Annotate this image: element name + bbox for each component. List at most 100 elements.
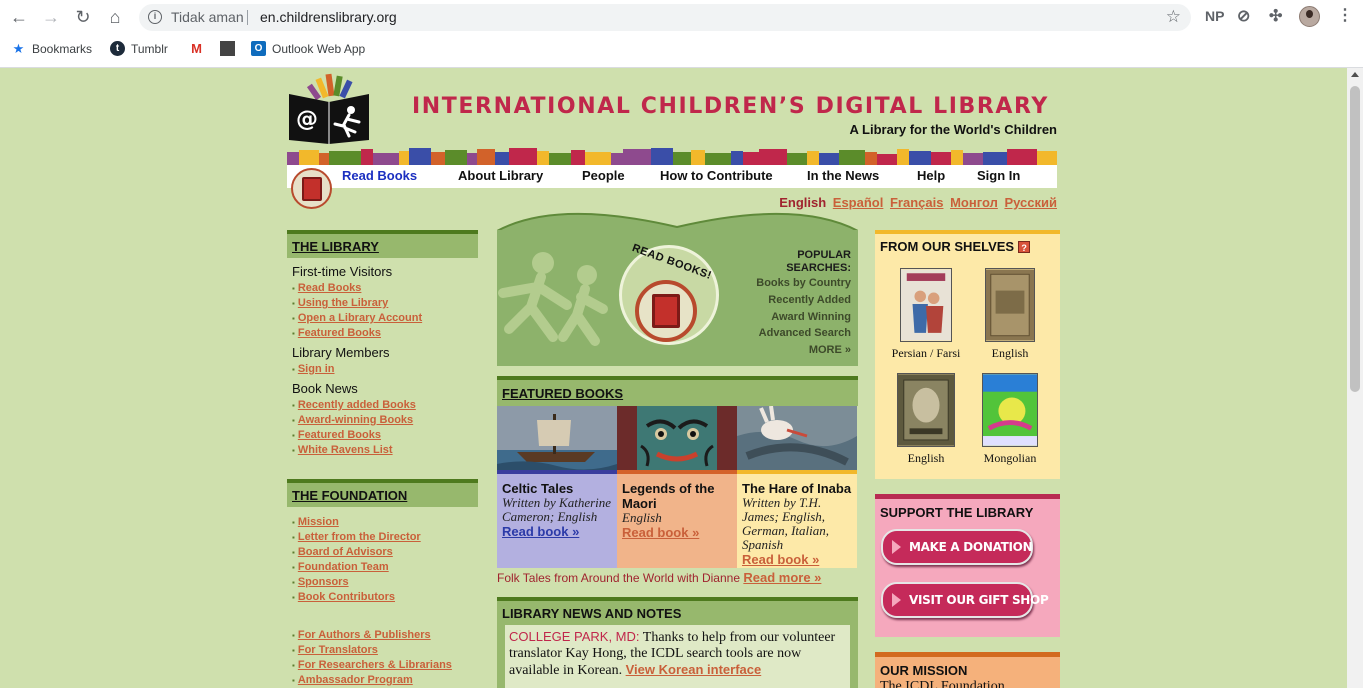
- help-question-icon[interactable]: ?: [1018, 240, 1031, 253]
- library-heading-text[interactable]: THE LIBRARY: [292, 239, 379, 254]
- link-featured-books[interactable]: Featured Books: [292, 326, 478, 341]
- featured-heading-text[interactable]: FEATURED BOOKS: [502, 386, 623, 401]
- scrollbar-thumb[interactable]: [1350, 86, 1360, 392]
- featured-book-title[interactable]: Celtic Tales: [502, 481, 612, 496]
- shelf-book-english-2[interactable]: English: [883, 373, 969, 466]
- play-arrow-icon: [892, 540, 901, 554]
- url-text[interactable]: en.childrenslibrary.org: [260, 9, 397, 25]
- icdl-logo-icon[interactable]: @: [287, 72, 373, 144]
- profile-initials[interactable]: NP: [1205, 8, 1224, 24]
- back-icon[interactable]: ←: [9, 7, 29, 27]
- link-using-library[interactable]: Using the Library: [292, 296, 478, 311]
- folk-tales-read-more[interactable]: Read more »: [743, 570, 821, 585]
- link-board-advisors[interactable]: Board of Advisors: [292, 545, 478, 560]
- shelf-book-mongolian[interactable]: Mongolian: [967, 373, 1053, 466]
- featured-book-celtic[interactable]: Celtic Tales Written by Katherine Camero…: [497, 406, 617, 568]
- nav-read-books[interactable]: Read Books: [342, 168, 417, 183]
- link-featured-books-2[interactable]: Featured Books: [292, 428, 478, 443]
- celtic-info: Celtic Tales Written by Katherine Camero…: [497, 470, 617, 568]
- maori-info: Legends of the Maori English Read book »: [617, 470, 737, 568]
- shelf-book-cover-icon[interactable]: [985, 268, 1035, 342]
- language-russian[interactable]: Русский: [1004, 195, 1057, 210]
- link-white-ravens[interactable]: White Ravens List: [292, 443, 478, 458]
- featured-book-meta: English: [622, 510, 662, 525]
- read-books-badge-icon[interactable]: [291, 168, 332, 209]
- news-item: COLLEGE PARK, MD: Thanks to help from ou…: [505, 625, 850, 688]
- blocker-extension-icon[interactable]: ⊘: [1237, 6, 1250, 26]
- link-authors-publishers[interactable]: For Authors & Publishers: [292, 628, 478, 643]
- shelf-book-english-1[interactable]: English: [967, 268, 1053, 361]
- bookmark-star-icon[interactable]: ☆: [1166, 7, 1181, 27]
- from-our-shelves-section: FROM OUR SHELVES ? Persian / Farsi Engli…: [875, 230, 1060, 479]
- red-book-icon[interactable]: [635, 280, 697, 342]
- forward-icon[interactable]: →: [41, 7, 61, 27]
- link-ambassador-program[interactable]: Ambassador Program: [292, 673, 478, 688]
- popular-more[interactable]: MORE »: [809, 344, 851, 356]
- reload-icon[interactable]: ↻: [73, 7, 93, 27]
- foundation-heading[interactable]: THE FOUNDATION: [287, 479, 478, 507]
- profile-avatar[interactable]: [1299, 6, 1320, 27]
- nav-sign-in[interactable]: Sign In: [977, 168, 1020, 183]
- link-researchers-librarians[interactable]: For Researchers & Librarians: [292, 658, 478, 673]
- read-book-link[interactable]: Read book »: [502, 524, 612, 539]
- popular-award-winning[interactable]: Award Winning: [771, 311, 851, 323]
- link-director-letter[interactable]: Letter from the Director: [292, 530, 478, 545]
- visit-gift-shop-button[interactable]: VISIT OUR GIFT SHOP: [881, 582, 1049, 618]
- bookmark-gmail[interactable]: M: [189, 41, 204, 56]
- featured-book-title[interactable]: Legends of the Maori: [622, 481, 732, 511]
- info-icon[interactable]: i: [148, 10, 162, 24]
- language-french[interactable]: Français: [890, 195, 943, 210]
- home-icon[interactable]: ⌂: [105, 7, 125, 27]
- foundation-heading-text[interactable]: THE FOUNDATION: [292, 488, 407, 503]
- star-icon: ★: [12, 41, 25, 56]
- nav-about-library[interactable]: About Library: [458, 168, 543, 183]
- hare-of-inaba-cover-image[interactable]: [737, 406, 857, 470]
- bookmark-bookmarks[interactable]: ★ Bookmarks: [11, 41, 92, 56]
- make-donation-button[interactable]: MAKE A DONATION: [881, 529, 1033, 565]
- link-open-account[interactable]: Open a Library Account: [292, 311, 478, 326]
- shelf-book-persian[interactable]: Persian / Farsi: [883, 268, 969, 361]
- shelf-book-cover-icon[interactable]: [897, 373, 955, 447]
- bookmark-tumblr[interactable]: t Tumblr: [110, 41, 168, 56]
- shelf-book-cover-icon[interactable]: [900, 268, 952, 342]
- hare-info: The Hare of Inaba Written by T.H. James;…: [737, 470, 857, 568]
- nav-in-the-news[interactable]: In the News: [807, 168, 879, 183]
- scroll-up-arrow-icon[interactable]: [1351, 72, 1359, 77]
- shelf-book-cover-icon[interactable]: [982, 373, 1038, 447]
- nav-people[interactable]: People: [582, 168, 625, 183]
- legends-maori-cover-image[interactable]: [617, 406, 737, 470]
- featured-book-maori[interactable]: Legends of the Maori English Read book »: [617, 406, 737, 568]
- address-bar[interactable]: i Tidak aman en.childrenslibrary.org ☆: [139, 4, 1191, 31]
- featured-book-hare[interactable]: The Hare of Inaba Written by T.H. James;…: [737, 406, 857, 568]
- nav-how-to-contribute[interactable]: How to Contribute: [660, 168, 773, 183]
- news-view-korean-link[interactable]: View Korean interface: [626, 662, 762, 677]
- link-sign-in[interactable]: Sign in: [292, 362, 478, 377]
- bookmark-site[interactable]: [220, 41, 235, 56]
- nav-help[interactable]: Help: [917, 168, 945, 183]
- read-books-button[interactable]: READ BOOKS!: [619, 242, 719, 345]
- link-award-winning[interactable]: Award-winning Books: [292, 413, 478, 428]
- link-book-contributors[interactable]: Book Contributors: [292, 590, 478, 605]
- link-sponsors[interactable]: Sponsors: [292, 575, 478, 590]
- popular-advanced-search[interactable]: Advanced Search: [759, 327, 851, 339]
- link-foundation-team[interactable]: Foundation Team: [292, 560, 478, 575]
- featured-book-title[interactable]: The Hare of Inaba: [742, 481, 852, 496]
- language-mongolian[interactable]: Монгол: [950, 195, 998, 210]
- popular-recently-added[interactable]: Recently Added: [768, 294, 851, 306]
- browser-chrome: ← → ↻ ⌂ i Tidak aman en.childrenslibrary…: [0, 0, 1363, 68]
- read-book-link[interactable]: Read book »: [622, 525, 732, 540]
- library-heading[interactable]: THE LIBRARY: [287, 230, 478, 258]
- bookmark-label: Bookmarks: [32, 41, 93, 56]
- bookmark-outlook[interactable]: O Outlook Web App: [251, 41, 365, 56]
- extensions-puzzle-icon[interactable]: ✣: [1269, 6, 1282, 26]
- link-read-books[interactable]: Read Books: [292, 281, 478, 296]
- popular-books-by-country[interactable]: Books by Country: [756, 277, 851, 289]
- read-book-link[interactable]: Read book »: [742, 552, 852, 567]
- celtic-tales-cover-image[interactable]: [497, 406, 617, 470]
- page-scrollbar[interactable]: [1347, 68, 1363, 688]
- link-recently-added[interactable]: Recently added Books: [292, 398, 478, 413]
- featured-books-heading[interactable]: FEATURED BOOKS: [497, 376, 858, 406]
- link-translators[interactable]: For Translators: [292, 643, 478, 658]
- menu-kebab-icon[interactable]: ⋮: [1337, 5, 1353, 25]
- link-mission[interactable]: Mission: [292, 515, 478, 530]
